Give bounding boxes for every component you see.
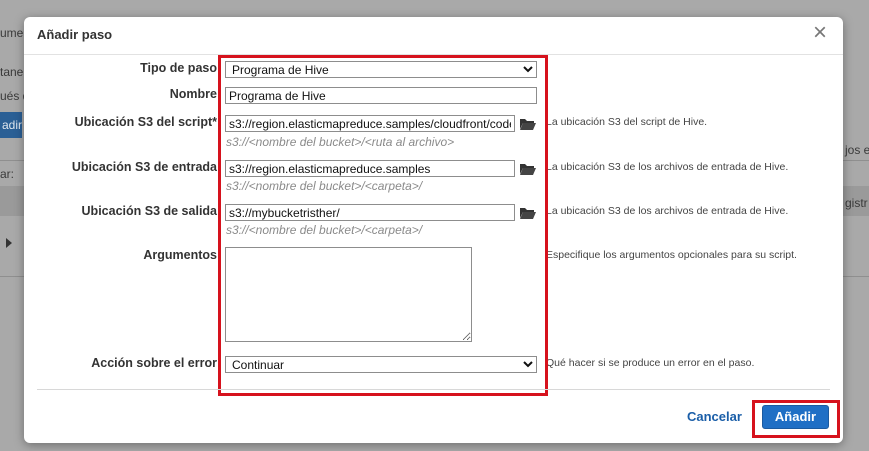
arguments-label: Argumentos — [143, 248, 217, 262]
add-step-dialog: Añadir paso × Tipo de paso Programa de H… — [24, 17, 843, 443]
bg-add-button: adir — [0, 112, 22, 138]
on-error-description: Qué hacer si se produce un error en el p… — [546, 357, 755, 369]
output-location-description: La ubicación S3 de los archivos de entra… — [546, 205, 789, 217]
highlight-annotation-fields — [218, 55, 548, 396]
close-icon[interactable]: × — [813, 21, 827, 45]
script-location-label: Ubicación S3 del script* — [74, 115, 217, 129]
name-label: Nombre — [169, 87, 217, 101]
dialog-title: Añadir paso — [37, 27, 113, 42]
output-location-label: Ubicación S3 de salida — [81, 204, 217, 218]
highlight-annotation-add — [752, 400, 840, 438]
bg-fragment: ar: — [0, 167, 15, 181]
input-location-label: Ubicación S3 de entrada — [71, 160, 217, 174]
bg-fragment: gistr — [845, 196, 868, 210]
script-location-description: La ubicación S3 del script de Hive. — [546, 116, 708, 128]
input-location-description: La ubicación S3 de los archivos de entra… — [546, 161, 789, 173]
footer-divider — [37, 389, 830, 390]
bg-fragment: tane — [0, 65, 24, 79]
cancel-button[interactable]: Cancelar — [687, 409, 742, 424]
dialog-header: Añadir paso × — [24, 17, 843, 55]
arguments-description: Especifique los argumentos opcionales pa… — [546, 249, 797, 261]
step-type-label: Tipo de paso — [140, 61, 217, 75]
on-error-label: Acción sobre el error — [91, 356, 217, 370]
expand-caret-icon — [6, 238, 12, 248]
bg-fragment: jos e — [845, 143, 869, 157]
